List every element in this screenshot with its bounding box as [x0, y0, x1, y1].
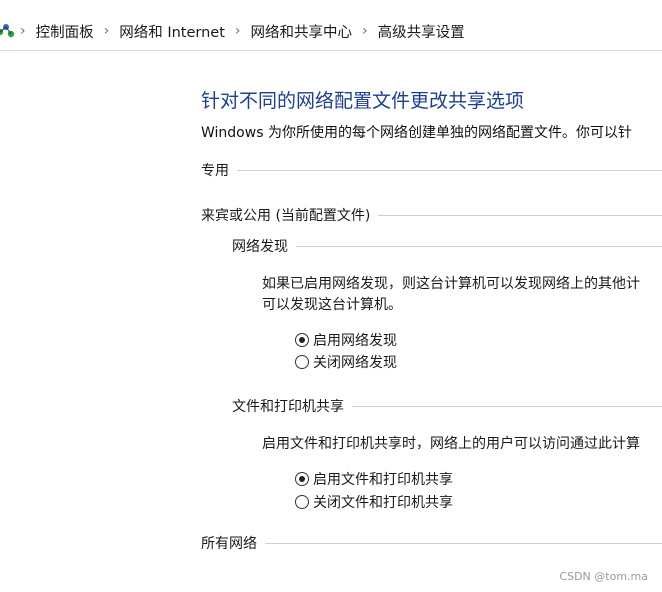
- network-discovery-text-2: 可以发现这台计算机。: [262, 297, 402, 313]
- radio-label: 关闭文件和打印机共享: [313, 495, 453, 511]
- chevron-right-icon: ›: [103, 23, 110, 39]
- network-discovery-label: 网络发现: [232, 239, 288, 255]
- radio-enable-network-discovery[interactable]: 启用网络发现: [295, 330, 397, 350]
- breadcrumb: › 控制面板 › 网络和 Internet › 网络和共享中心 › 高级共享设置: [0, 12, 662, 50]
- radio-button[interactable]: [295, 495, 309, 509]
- section-all-networks-label: 所有网络: [201, 536, 257, 552]
- breadcrumb-item-advanced-sharing[interactable]: 高级共享设置: [378, 21, 465, 42]
- radio-disable-file-sharing[interactable]: 关闭文件和打印机共享: [295, 492, 453, 512]
- watermark: CSDN @tom.ma: [559, 570, 648, 583]
- radio-enable-file-sharing[interactable]: 启用文件和打印机共享: [295, 469, 453, 489]
- section-private-label: 专用: [201, 163, 229, 179]
- section-divider: [378, 214, 662, 216]
- section-divider: [237, 169, 662, 171]
- network-discovery-text-1: 如果已启用网络发现，则这台计算机可以发现网络上的其他计: [262, 276, 640, 292]
- file-sharing-text: 启用文件和打印机共享时，网络上的用户可以访问通过此计算: [262, 436, 640, 452]
- page-description: Windows 为你所使用的每个网络创建单独的网络配置文件。你可以针: [201, 125, 632, 141]
- breadcrumb-item-network-internet[interactable]: 网络和 Internet: [119, 21, 225, 42]
- breadcrumb-item-control-panel[interactable]: 控制面板: [36, 21, 94, 42]
- advanced-sharing-settings-window: › 控制面板 › 网络和 Internet › 网络和共享中心 › 高级共享设置…: [0, 0, 662, 592]
- subsection-file-printer-sharing: 文件和打印机共享: [232, 396, 662, 416]
- radio-label: 启用文件和打印机共享: [313, 472, 453, 488]
- file-printer-sharing-label: 文件和打印机共享: [232, 399, 344, 415]
- subsection-network-discovery: 网络发现: [232, 236, 662, 256]
- radio-button-selected[interactable]: [295, 333, 309, 347]
- radio-disable-network-discovery[interactable]: 关闭网络发现: [295, 352, 397, 372]
- radio-label: 启用网络发现: [313, 333, 397, 349]
- chevron-right-icon: ›: [234, 23, 241, 39]
- radio-button-selected[interactable]: [295, 472, 309, 486]
- section-divider: [352, 405, 662, 407]
- page-title: 针对不同的网络配置文件更改共享选项: [201, 90, 525, 112]
- chevron-right-icon: ›: [20, 23, 26, 39]
- section-guest-public[interactable]: 来宾或公用 (当前配置文件): [201, 205, 662, 225]
- breadcrumb-divider: [0, 50, 662, 51]
- section-divider: [296, 245, 662, 247]
- breadcrumb-item-network-sharing-center[interactable]: 网络和共享中心: [251, 21, 353, 42]
- section-all-networks[interactable]: 所有网络: [201, 533, 662, 553]
- radio-label: 关闭网络发现: [313, 355, 397, 371]
- section-guest-public-label: 来宾或公用 (当前配置文件): [201, 208, 371, 224]
- section-divider: [265, 542, 662, 544]
- section-private[interactable]: 专用: [201, 160, 662, 180]
- chevron-right-icon: ›: [362, 23, 368, 39]
- radio-button[interactable]: [295, 355, 309, 369]
